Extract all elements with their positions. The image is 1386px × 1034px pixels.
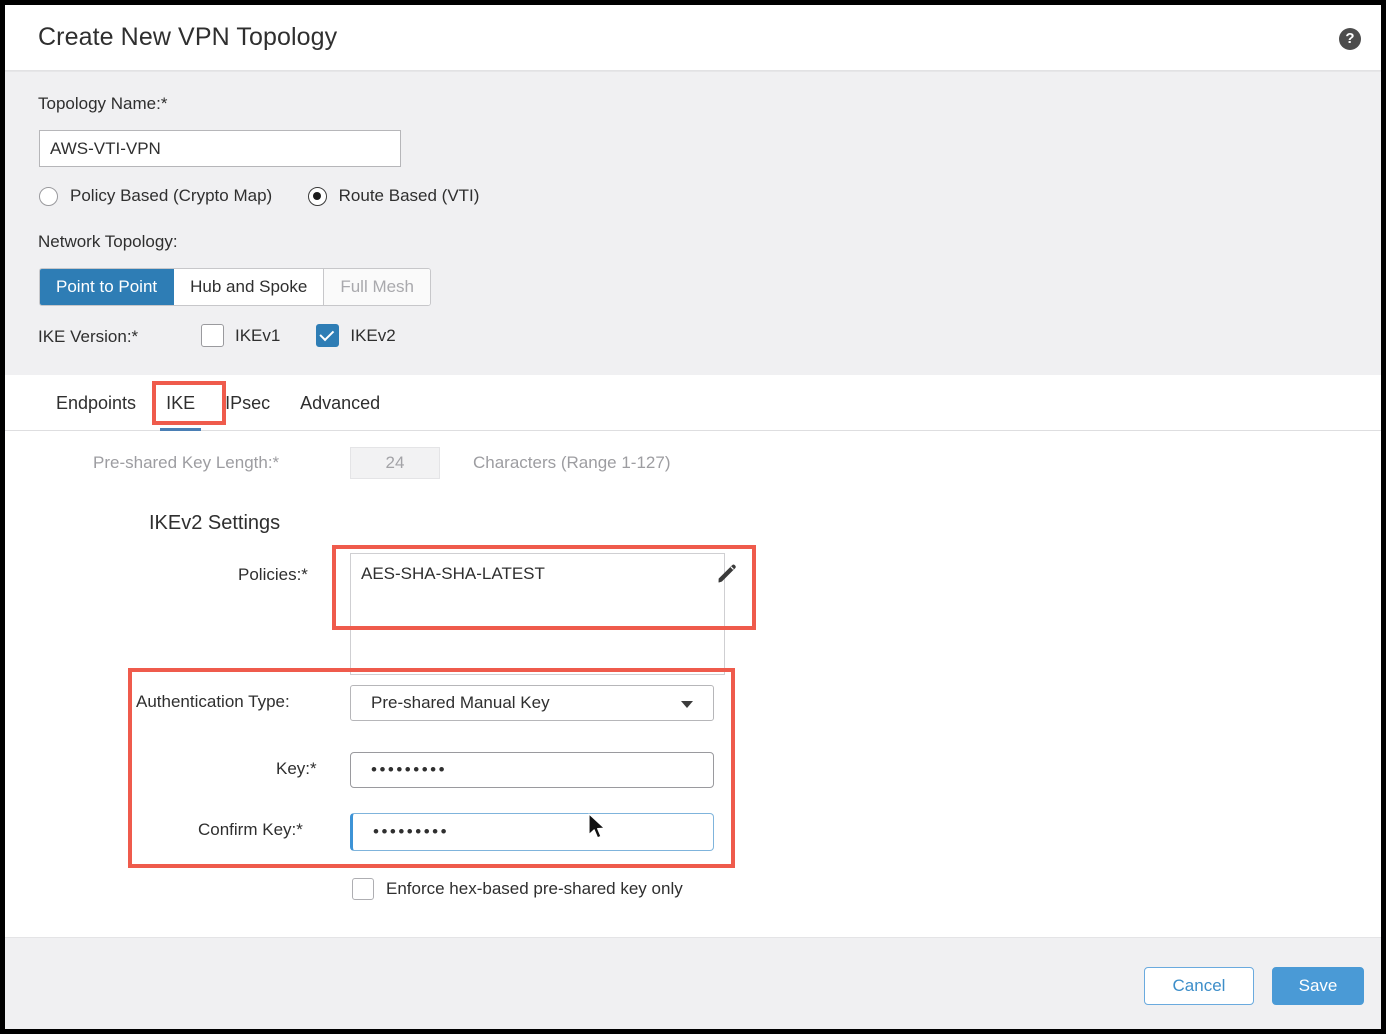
authentication-type-label: Authentication Type: [136,692,290,711]
pre-shared-key-length-input: 24 [350,447,440,479]
radio-unselected-icon [39,186,58,206]
create-vpn-topology-dialog: Create New VPN Topology ? Topology Name:… [5,5,1381,1029]
radio-policy-based[interactable]: Policy Based (Crypto Map) [39,186,272,206]
confirm-key-label: Confirm Key:* [198,820,303,839]
pre-shared-key-length-hint: Characters (Range 1-127) [473,453,671,472]
pre-shared-key-length-label: Pre-shared Key Length:* [93,453,280,472]
topology-basic-settings-panel: Topology Name:* Policy Based (Crypto Map… [5,71,1381,375]
policies-listbox[interactable]: AES-SHA-SHA-LATEST [350,553,725,675]
radio-route-based[interactable]: Route Based (VTI) [307,186,480,206]
ikev2-settings-heading: IKEv2 Settings [149,512,281,534]
help-circle-icon[interactable]: ? [1339,28,1361,50]
authentication-type-value: Pre-shared Manual Key [371,693,550,712]
segment-full-mesh: Full Mesh [324,269,431,305]
chevron-down-icon [681,701,693,708]
checkbox-enforce-hex-label: Enforce hex-based pre-shared key only [386,879,683,898]
policies-selected-value: AES-SHA-SHA-LATEST [361,564,545,583]
segment-hub-and-spoke[interactable]: Hub and Spoke [174,269,325,305]
confirm-key-input[interactable]: ••••••••• [350,813,714,851]
checkbox-ikev2-label: IKEv2 [350,325,396,345]
authentication-type-select[interactable]: Pre-shared Manual Key [350,685,714,721]
dialog-footer: Cancel Save [5,937,1381,1029]
key-masked-value: ••••••••• [371,760,448,779]
pencil-edit-icon[interactable] [714,561,740,587]
tab-advanced[interactable]: Advanced [285,375,395,431]
tab-ike[interactable]: IKE [151,375,210,431]
tab-ipsec[interactable]: IPsec [210,375,285,431]
enforce-hex-row: Enforce hex-based pre-shared key only [352,878,683,900]
topology-name-label: Topology Name:* [38,94,168,113]
checkbox-enforce-hex[interactable] [352,878,374,900]
radio-route-based-label: Route Based (VTI) [338,186,480,205]
vpn-type-radio-group: Policy Based (Crypto Map) Route Based (V… [39,186,479,212]
tab-list: Endpoints IKE IPsec Advanced [41,375,395,431]
network-topology-segmented-control: Point to Point Hub and Spoke Full Mesh [39,268,432,306]
network-topology-label: Network Topology: [38,232,178,251]
save-button[interactable]: Save [1272,967,1364,1005]
checkbox-ikev2[interactable] [316,324,340,347]
ike-version-label: IKE Version:* [38,327,139,346]
radio-selected-icon [307,186,327,206]
key-input[interactable]: ••••••••• [350,752,714,788]
ike-settings-panel: Pre-shared Key Length:* 24 Characters (R… [5,431,1381,937]
radio-policy-based-label: Policy Based (Crypto Map) [70,186,273,205]
policies-label: Policies:* [238,565,308,584]
tab-endpoints[interactable]: Endpoints [41,375,151,431]
page-title: Create New VPN Topology [38,23,338,51]
tab-bar: Endpoints IKE IPsec Advanced [5,375,1381,431]
confirm-key-masked-value: ••••••••• [373,822,450,841]
dialog-titlebar: Create New VPN Topology ? [5,5,1381,71]
segment-point-to-point[interactable]: Point to Point [40,269,175,305]
ikev2-group: IKEv2 [316,324,396,347]
checkbox-ikev1[interactable] [201,324,224,347]
topology-name-input[interactable] [39,130,401,167]
checkbox-ikev1-label: IKEv1 [235,325,281,345]
cancel-button[interactable]: Cancel [1144,967,1254,1005]
key-label: Key:* [276,759,317,778]
ike-version-checkbox-group: IKEv1 IKEv2 [201,324,396,347]
